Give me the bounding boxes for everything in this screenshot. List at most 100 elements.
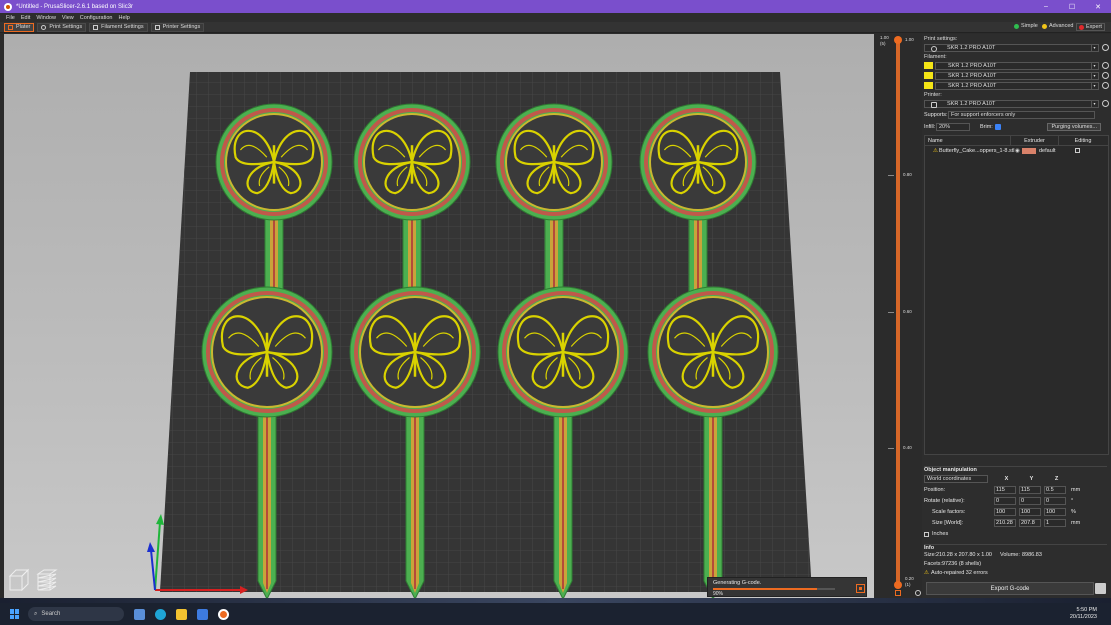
position-x-field[interactable]: 115 — [994, 486, 1016, 494]
tab-printer-settings[interactable]: Printer Settings — [150, 22, 205, 32]
brim-checkbox[interactable] — [994, 124, 1001, 130]
prusaslicer-icon[interactable] — [218, 608, 229, 620]
print-gear-icon — [931, 45, 937, 52]
tab-plater[interactable]: Plater — [4, 22, 35, 32]
progress-fill — [713, 588, 817, 590]
edit-print-preset-icon[interactable] — [1102, 44, 1109, 51]
printer-preset-value: SKR 1.2 PRO A10T — [947, 100, 996, 107]
tab-filament-settings[interactable]: Filament Settings — [89, 22, 148, 32]
object-manipulation-panel: Object manipulation World coordinates X … — [924, 466, 1107, 539]
close-button[interactable]: ✕ — [1085, 3, 1111, 11]
file-explorer-icon[interactable] — [176, 608, 187, 620]
chevron-down-icon: ▾ — [1091, 62, 1097, 69]
mode-expert[interactable]: Expert — [1076, 23, 1105, 31]
position-z-field[interactable]: 0.5 — [1044, 486, 1066, 494]
infill-row: Infill: 20% Brim: Purging volumes... — [924, 122, 1109, 132]
inches-checkbox[interactable] — [924, 531, 929, 537]
maximize-button[interactable]: ☐ — [1059, 3, 1085, 11]
object-name: Butterfly_Cake...oppers_1-8.stl — [939, 147, 1015, 154]
widgets-icon[interactable] — [134, 608, 145, 620]
coordinate-system-select[interactable]: World coordinates — [924, 475, 988, 483]
infill-select[interactable]: 20% — [936, 123, 970, 131]
search-placeholder: Search — [41, 611, 61, 617]
filament-row-1: SKR 1.2 PRO A10T ▾ — [924, 61, 1109, 70]
size-row: Size [World]: 210.28 207.8 1 mm — [924, 518, 1107, 528]
object-list[interactable]: Name Extruder Editing ⚠ Butterfly_Cake..… — [924, 135, 1109, 455]
filament-select-1[interactable]: SKR 1.2 PRO A10T ▾ — [935, 61, 1099, 70]
scale-x-field[interactable]: 100 — [994, 508, 1016, 516]
mode-advanced[interactable]: Advanced — [1042, 23, 1073, 29]
layer-bottom-index: (1) — [905, 582, 911, 587]
print-bed-preview[interactable] — [4, 34, 874, 598]
filament-color-swatch[interactable] — [924, 82, 933, 89]
printer-label: Printer: — [924, 92, 942, 98]
cancel-export-button[interactable] — [856, 584, 865, 593]
taskbar-search[interactable]: ⌕ Search — [28, 607, 124, 621]
inches-label: Inches — [932, 531, 949, 537]
edit-filament-icon[interactable] — [1102, 82, 1109, 89]
tick-label-060: 0.60 — [903, 309, 912, 314]
tab-print-settings[interactable]: Print Settings — [37, 22, 87, 32]
simple-dot-icon — [1014, 23, 1019, 29]
eye-icon[interactable]: ◉ — [1015, 148, 1022, 154]
taskbar-clock[interactable]: 5:50 PM 20/11/2023 — [1070, 607, 1097, 621]
filament-select-3[interactable]: SKR 1.2 PRO A10T ▾ — [935, 81, 1099, 90]
menu-help[interactable]: Help — [118, 15, 129, 21]
tab-filament-settings-label: Filament Settings — [101, 24, 144, 30]
filament-color-swatch[interactable] — [924, 72, 933, 79]
edge-icon[interactable] — [155, 608, 166, 620]
layer-lock-icon[interactable] — [895, 590, 901, 596]
object-manipulation-title: Object manipulation — [924, 466, 1107, 473]
extruder-color-swatch[interactable] — [1022, 147, 1036, 154]
print-preset-select[interactable]: SKR 1.2 PRO A10T ▾ — [924, 43, 1099, 52]
3d-viewport[interactable] — [4, 34, 874, 598]
clock-time: 5:50 PM — [1076, 607, 1097, 613]
tab-plater-label: Plater — [16, 24, 31, 30]
filament-select-2[interactable]: SKR 1.2 PRO A10T ▾ — [935, 71, 1099, 80]
mode-simple[interactable]: Simple — [1014, 23, 1038, 29]
rotate-z-field[interactable]: 0 — [1044, 497, 1066, 505]
editing-icon[interactable] — [1075, 148, 1080, 153]
title-bar: *Untitled - PrusaSlicer-2.6.1 based on S… — [0, 0, 1111, 13]
menu-view[interactable]: View — [62, 15, 74, 21]
layer-settings-gear-icon[interactable] — [915, 590, 921, 596]
edit-filament-icon[interactable] — [1102, 72, 1109, 79]
view-layers-icon[interactable] — [34, 568, 60, 594]
menu-configuration[interactable]: Configuration — [80, 15, 113, 21]
size-z-field[interactable]: 1 — [1044, 519, 1066, 527]
store-icon[interactable] — [197, 608, 208, 620]
gear-icon — [41, 24, 47, 30]
position-y-field[interactable]: 115 — [1019, 486, 1041, 494]
windows-taskbar: ⌕ Search 5:50 PM 20/11/2023 — [0, 603, 1111, 625]
supports-select[interactable]: For support enforcers only — [948, 111, 1095, 119]
tab-printer-settings-label: Printer Settings — [162, 24, 201, 30]
layer-upper-thumb[interactable] — [894, 36, 902, 44]
rotate-x-field[interactable]: 0 — [994, 497, 1016, 505]
scale-y-field[interactable]: 100 — [1019, 508, 1041, 516]
scale-z-field[interactable]: 100 — [1044, 508, 1066, 516]
printer-preset-select[interactable]: SKR 1.2 PRO A10T ▾ — [924, 99, 1099, 108]
size-x-field[interactable]: 210.28 — [994, 519, 1016, 527]
layer-slider[interactable]: 1.00 (5) 1.00 0.80 0.60 0.40 0.20 (1) — [874, 34, 922, 598]
info-size-row: Size: 210.28 x 207.80 x 1.00 Volume: 898… — [924, 552, 1107, 559]
clock-date: 20/11/2023 — [1069, 614, 1097, 620]
view-3d-icon[interactable] — [6, 568, 32, 594]
tick-label-080: 0.80 — [903, 172, 912, 177]
edit-filament-icon[interactable] — [1102, 62, 1109, 69]
purging-volumes-button[interactable]: Purging volumes... — [1047, 123, 1101, 131]
rotate-y-field[interactable]: 0 — [1019, 497, 1041, 505]
size-y-field[interactable]: 207.8 — [1019, 519, 1041, 527]
menu-edit[interactable]: Edit — [21, 15, 30, 21]
export-to-sd-icon[interactable] — [1095, 583, 1106, 594]
filament-color-swatch[interactable] — [924, 62, 933, 69]
sidebar: Print settings: SKR 1.2 PRO A10T ▾ Filame… — [922, 34, 1111, 598]
menu-window[interactable]: Window — [36, 15, 56, 21]
menu-file[interactable]: File — [6, 15, 15, 21]
layer-lower-thumb[interactable] — [894, 581, 902, 589]
object-row[interactable]: ⚠ Butterfly_Cake...oppers_1-8.stl ◉ defa… — [925, 146, 1108, 155]
windows-start-icon[interactable] — [10, 609, 20, 619]
minimize-button[interactable]: – — [1033, 3, 1059, 11]
edit-printer-icon[interactable] — [1102, 100, 1109, 107]
export-gcode-button[interactable]: Export G-code — [926, 582, 1094, 595]
extruder-value: default — [1039, 147, 1056, 154]
